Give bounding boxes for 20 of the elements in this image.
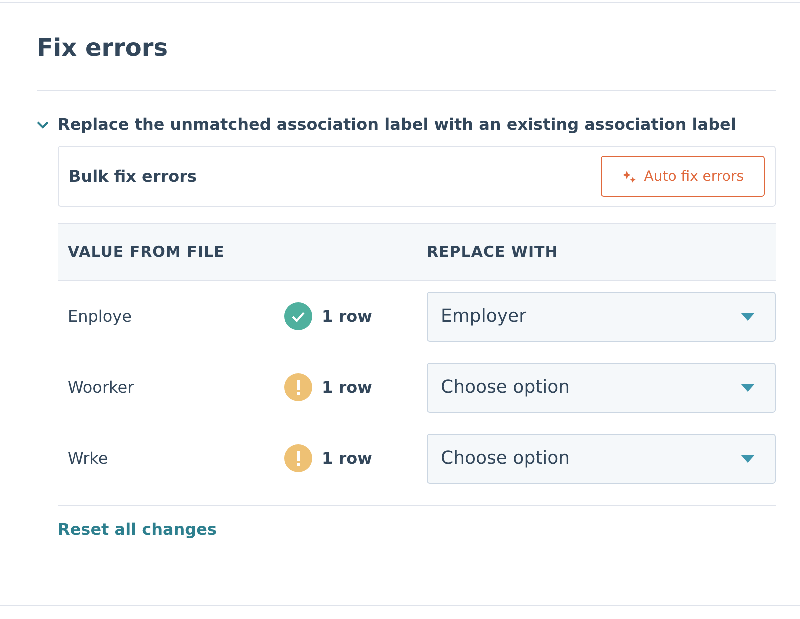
caret-icon bbox=[741, 312, 755, 320]
chevron-icon[interactable] bbox=[37, 120, 49, 128]
replace-dropdown[interactable]: Choose option bbox=[427, 434, 776, 484]
caret-icon bbox=[741, 454, 755, 462]
section-heading: Replace the unmatched association label with an existing association label bbox=[58, 115, 736, 134]
sparkle-icon bbox=[622, 168, 638, 184]
file-value: Woorker bbox=[67, 378, 136, 397]
caret-icon bbox=[741, 384, 755, 392]
reset-link[interactable]: Reset all changes bbox=[58, 520, 217, 539]
file-value: Enploye bbox=[67, 307, 133, 326]
replace-dropdown[interactable]: Choose option bbox=[427, 362, 776, 412]
bulk-fix-label: Bulk fix errors bbox=[69, 167, 198, 186]
replace-dropdown[interactable]: Employer bbox=[427, 292, 776, 342]
row-count: 1 row bbox=[322, 307, 372, 326]
row-count: 1 row bbox=[322, 378, 372, 397]
column-header: VALUE FROM FILE bbox=[68, 243, 226, 261]
column-header: REPLACE WITH bbox=[427, 243, 558, 261]
page-title: Fix errors bbox=[37, 3, 776, 91]
file-value: Wrke bbox=[67, 449, 110, 468]
row-count: 1 row bbox=[322, 449, 372, 468]
